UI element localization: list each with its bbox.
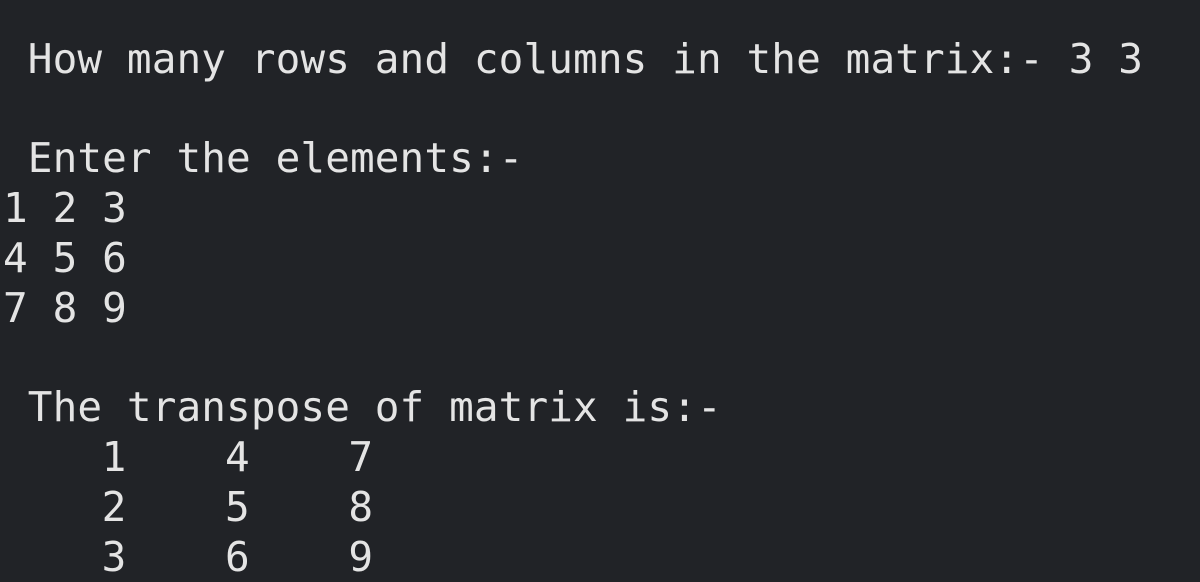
rows-cols-prompt-line: How many rows and columns in the matrix:… (3, 34, 1143, 84)
transpose-cell: 4 (225, 433, 250, 481)
terminal-output[interactable]: How many rows and columns in the matrix:… (0, 0, 1200, 581)
matrix-input-row: 1 2 3 (3, 184, 127, 232)
transpose-row: 2 5 8 (3, 482, 374, 532)
transpose-row: 1 4 7 (3, 432, 374, 482)
transpose-cell: 6 (225, 533, 250, 581)
transpose-row: 3 6 9 (3, 532, 374, 582)
transpose-cell: 1 (101, 433, 127, 481)
transpose-cell: 7 (348, 433, 374, 481)
transpose-cell: 5 (225, 483, 250, 531)
transpose-cell: 2 (101, 483, 127, 531)
transpose-cell: 8 (348, 483, 374, 531)
matrix-input-row: 7 8 9 (3, 284, 127, 332)
rows-cols-prompt: How many rows and columns in the matrix:… (3, 35, 1069, 83)
rows-cols-input: 3 3 (1068, 35, 1144, 83)
matrix-input-row: 4 5 6 (3, 234, 127, 282)
transpose-label: The transpose of matrix is:- (3, 383, 722, 431)
transpose-cell: 3 (101, 533, 127, 581)
transpose-cell: 9 (348, 533, 374, 581)
elements-prompt: Enter the elements:- (3, 134, 524, 182)
